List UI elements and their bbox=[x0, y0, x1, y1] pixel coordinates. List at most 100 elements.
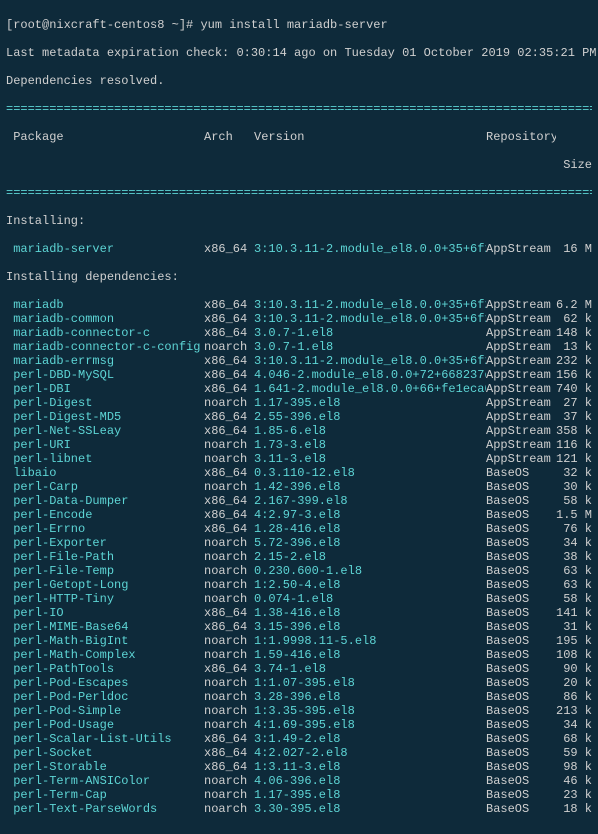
pkg-repo: BaseOS bbox=[486, 746, 556, 760]
pkg-repo: BaseOS bbox=[486, 550, 556, 564]
pkg-name: mariadb-connector-c bbox=[6, 326, 204, 340]
pkg-size: 58 k bbox=[556, 592, 592, 606]
table-row: perl-Carpnoarch1.42-396.el8BaseOS30 k bbox=[6, 480, 592, 494]
pkg-arch: x86_64 bbox=[204, 606, 254, 620]
pkg-version: 3.74-1.el8 bbox=[254, 662, 486, 676]
pkg-repo: BaseOS bbox=[486, 774, 556, 788]
prompt: [root@nixcraft-centos8 ~]# bbox=[6, 18, 200, 32]
table-row: mariadb-serverx86_643:10.3.11-2.module_e… bbox=[6, 242, 592, 256]
pkg-version: 2.15-2.el8 bbox=[254, 550, 486, 564]
pkg-size: 148 k bbox=[556, 326, 592, 340]
pkg-size: 62 k bbox=[556, 312, 592, 326]
pkg-name: perl-Term-Cap bbox=[6, 788, 204, 802]
pkg-name: perl-Term-ANSIColor bbox=[6, 774, 204, 788]
pkg-arch: x86_64 bbox=[204, 326, 254, 340]
pkg-name: perl-Exporter bbox=[6, 536, 204, 550]
table-row: perl-Getopt-Longnoarch1:2.50-4.el8BaseOS… bbox=[6, 578, 592, 592]
pkg-size: 16 M bbox=[556, 242, 592, 256]
pkg-version: 1:2.50-4.el8 bbox=[254, 578, 486, 592]
pkg-arch: noarch bbox=[204, 676, 254, 690]
pkg-size: 740 k bbox=[556, 382, 592, 396]
pkg-size: 37 k bbox=[556, 410, 592, 424]
pkg-repo: AppStream bbox=[486, 382, 556, 396]
pkg-name: perl-Text-ParseWords bbox=[6, 802, 204, 816]
pkg-size: 59 k bbox=[556, 746, 592, 760]
pkg-version: 1.59-416.el8 bbox=[254, 648, 486, 662]
table-row: perl-Scalar-List-Utilsx86_643:1.49-2.el8… bbox=[6, 732, 592, 746]
section-installing: Installing: bbox=[6, 214, 592, 228]
pkg-arch: x86_64 bbox=[204, 298, 254, 312]
pkg-size: 195 k bbox=[556, 634, 592, 648]
pkg-size: 68 k bbox=[556, 732, 592, 746]
pkg-size: 98 k bbox=[556, 760, 592, 774]
pkg-repo: BaseOS bbox=[486, 704, 556, 718]
pkg-repo: BaseOS bbox=[486, 662, 556, 676]
table-row: perl-DBIx86_641.641-2.module_el8.0.0+66+… bbox=[6, 382, 592, 396]
pkg-name: mariadb-errmsg bbox=[6, 354, 204, 368]
table-row: perl-File-Pathnoarch2.15-2.el8BaseOS38 k bbox=[6, 550, 592, 564]
pkg-name: perl-Carp bbox=[6, 480, 204, 494]
pkg-version: 1:3.35-395.el8 bbox=[254, 704, 486, 718]
pkg-size: 34 k bbox=[556, 536, 592, 550]
pkg-arch: noarch bbox=[204, 718, 254, 732]
pkg-arch: noarch bbox=[204, 550, 254, 564]
pkg-arch: x86_64 bbox=[204, 760, 254, 774]
pkg-arch: x86_64 bbox=[204, 382, 254, 396]
pkg-version: 1.85-6.el8 bbox=[254, 424, 486, 438]
pkg-version: 4.046-2.module_el8.0.0+72+668237d8 bbox=[254, 368, 486, 382]
pkg-arch: x86_64 bbox=[204, 354, 254, 368]
pkg-version: 1.17-395.el8 bbox=[254, 788, 486, 802]
deps-group: mariadbx86_643:10.3.11-2.module_el8.0.0+… bbox=[6, 298, 592, 816]
pkg-name: libaio bbox=[6, 466, 204, 480]
pkg-repo: BaseOS bbox=[486, 480, 556, 494]
table-row: mariadb-errmsgx86_643:10.3.11-2.module_e… bbox=[6, 354, 592, 368]
prompt-line[interactable]: [root@nixcraft-centos8 ~]# yum install m… bbox=[6, 18, 592, 32]
table-row: perl-libnetnoarch3.11-3.el8AppStream121 … bbox=[6, 452, 592, 466]
divider-mid: ========================================… bbox=[6, 186, 592, 200]
pkg-name: perl-Digest bbox=[6, 396, 204, 410]
table-header-2: Size bbox=[6, 158, 592, 172]
table-row: mariadb-commonx86_643:10.3.11-2.module_e… bbox=[6, 312, 592, 326]
pkg-name: perl-Storable bbox=[6, 760, 204, 774]
table-row: perl-Pod-Simplenoarch1:3.35-395.el8BaseO… bbox=[6, 704, 592, 718]
install-group: mariadb-serverx86_643:10.3.11-2.module_e… bbox=[6, 242, 592, 256]
table-row: perl-Data-Dumperx86_642.167-399.el8BaseO… bbox=[6, 494, 592, 508]
pkg-size: 63 k bbox=[556, 578, 592, 592]
hdr-arch: Arch bbox=[204, 130, 254, 144]
pkg-name: perl-DBD-MySQL bbox=[6, 368, 204, 382]
pkg-repo: AppStream bbox=[486, 340, 556, 354]
pkg-name: perl-File-Temp bbox=[6, 564, 204, 578]
pkg-arch: noarch bbox=[204, 704, 254, 718]
pkg-size: 46 k bbox=[556, 774, 592, 788]
pkg-version: 3.28-396.el8 bbox=[254, 690, 486, 704]
pkg-repo: BaseOS bbox=[486, 494, 556, 508]
pkg-repo: BaseOS bbox=[486, 634, 556, 648]
pkg-arch: x86_64 bbox=[204, 620, 254, 634]
pkg-size: 27 k bbox=[556, 396, 592, 410]
pkg-size: 58 k bbox=[556, 494, 592, 508]
hdr-size: Size bbox=[556, 158, 592, 172]
pkg-version: 1.42-396.el8 bbox=[254, 480, 486, 494]
divider-top: ========================================… bbox=[6, 102, 592, 116]
pkg-version: 1:3.11-3.el8 bbox=[254, 760, 486, 774]
pkg-name: mariadb-common bbox=[6, 312, 204, 326]
pkg-arch: x86_64 bbox=[204, 368, 254, 382]
table-row: libaiox86_640.3.110-12.el8BaseOS32 k bbox=[6, 466, 592, 480]
table-row: perl-File-Tempnoarch0.230.600-1.el8BaseO… bbox=[6, 564, 592, 578]
pkg-arch: noarch bbox=[204, 774, 254, 788]
pkg-name: perl-Socket bbox=[6, 746, 204, 760]
pkg-repo: BaseOS bbox=[486, 592, 556, 606]
table-row: perl-IOx86_641.38-416.el8BaseOS141 k bbox=[6, 606, 592, 620]
pkg-version: 3:10.3.11-2.module_el8.0.0+35+6f2527ed bbox=[254, 312, 486, 326]
pkg-size: 1.5 M bbox=[556, 508, 592, 522]
pkg-repo: BaseOS bbox=[486, 788, 556, 802]
pkg-repo: AppStream bbox=[486, 298, 556, 312]
table-row: perl-PathToolsx86_643.74-1.el8BaseOS90 k bbox=[6, 662, 592, 676]
pkg-version: 0.074-1.el8 bbox=[254, 592, 486, 606]
pkg-version: 3.11-3.el8 bbox=[254, 452, 486, 466]
pkg-name: perl-Digest-MD5 bbox=[6, 410, 204, 424]
pkg-size: 116 k bbox=[556, 438, 592, 452]
pkg-arch: noarch bbox=[204, 634, 254, 648]
table-row: perl-Errnox86_641.28-416.el8BaseOS76 k bbox=[6, 522, 592, 536]
pkg-repo: AppStream bbox=[486, 424, 556, 438]
